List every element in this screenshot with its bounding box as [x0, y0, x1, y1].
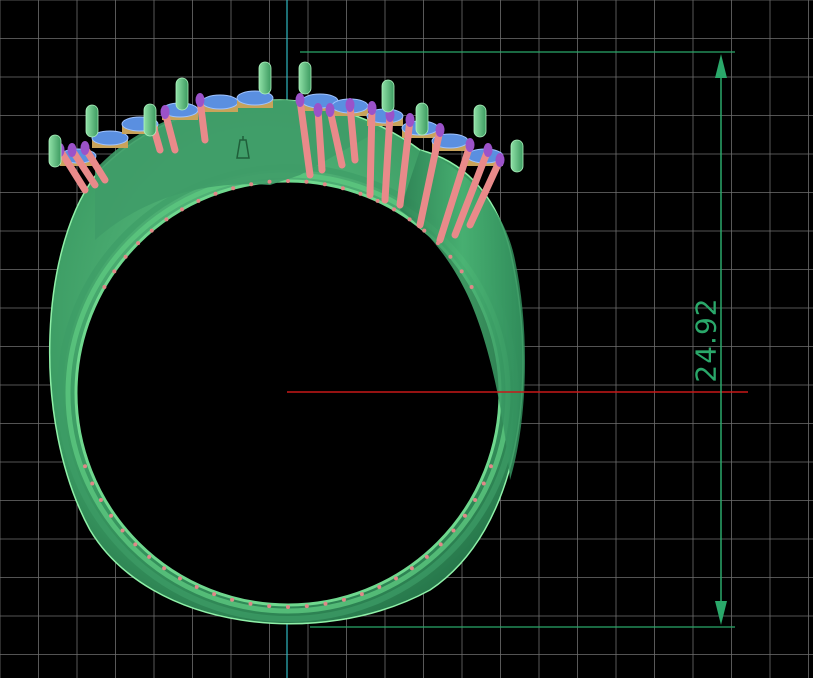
prong-tip — [325, 103, 335, 117]
bead — [375, 198, 380, 203]
bead — [407, 217, 412, 222]
bead — [83, 464, 88, 469]
bead — [448, 254, 453, 259]
bead — [322, 182, 327, 187]
bead — [164, 217, 169, 222]
prong — [314, 106, 326, 174]
dimension-value[interactable]: 24.92 — [690, 297, 723, 382]
bead — [488, 464, 493, 469]
prong-tip — [405, 113, 415, 127]
bead — [304, 604, 309, 609]
prong-tip — [313, 103, 323, 117]
bead — [481, 481, 486, 486]
prong-tip — [465, 138, 475, 152]
prong-post — [415, 102, 429, 136]
prong-tip — [483, 143, 493, 157]
bead — [422, 228, 427, 233]
bead — [424, 554, 429, 559]
bead — [377, 584, 382, 589]
bead — [462, 513, 467, 518]
bead — [392, 207, 396, 212]
bead — [267, 604, 272, 609]
gemstone[interactable] — [201, 94, 239, 110]
bead — [249, 182, 254, 187]
cad-viewport[interactable]: 24.92 — [0, 0, 813, 678]
bead — [196, 198, 201, 203]
ring-model[interactable] — [48, 61, 526, 625]
bead — [304, 179, 309, 184]
prong-tip — [367, 101, 377, 115]
bead — [136, 241, 141, 246]
bead — [120, 528, 125, 533]
prong-post — [175, 77, 189, 111]
prong-tip — [160, 105, 170, 119]
prong-post — [473, 104, 487, 138]
bead — [162, 566, 167, 571]
bead — [98, 498, 103, 502]
bead — [180, 207, 184, 212]
bead — [286, 179, 290, 183]
prong-tip — [67, 143, 77, 157]
bead — [267, 179, 272, 184]
bead — [358, 191, 363, 196]
bead — [149, 228, 154, 233]
bead — [340, 186, 345, 191]
bead — [359, 592, 364, 597]
prong-tip — [80, 141, 90, 155]
bead — [469, 285, 474, 289]
bead — [112, 269, 117, 274]
bead — [451, 528, 456, 533]
bead — [438, 542, 443, 547]
bead — [230, 597, 235, 602]
bead — [409, 566, 414, 571]
prong — [381, 111, 394, 204]
bead — [212, 592, 217, 597]
prong-post — [85, 104, 99, 138]
prong-post — [258, 61, 272, 95]
bead — [109, 513, 114, 518]
prong-post — [48, 134, 62, 168]
bead — [213, 191, 218, 196]
bead — [102, 285, 107, 289]
bead — [341, 597, 346, 602]
prong-post — [298, 61, 312, 95]
prong — [366, 104, 376, 199]
prong-tip — [195, 93, 205, 107]
dimension-arrow-down-icon — [715, 601, 727, 625]
prong-tip — [345, 98, 355, 112]
bead — [147, 554, 152, 559]
bead — [248, 601, 253, 606]
bead — [123, 254, 128, 259]
bead — [459, 269, 464, 274]
bead — [194, 584, 199, 589]
bead — [435, 241, 440, 246]
prong-post — [381, 79, 395, 113]
bead — [394, 576, 398, 581]
prong-tip — [295, 93, 305, 107]
prong-post — [143, 103, 157, 137]
prong — [346, 101, 359, 164]
prong-tip — [495, 153, 505, 167]
bead — [231, 186, 236, 191]
bead — [286, 605, 290, 609]
bead — [323, 601, 328, 606]
dimension-arrow-up-icon — [715, 54, 727, 78]
bead — [473, 498, 478, 502]
prong-tip — [435, 123, 445, 137]
prong-post — [510, 139, 524, 173]
bead — [90, 481, 95, 486]
bead — [178, 576, 182, 581]
bead — [133, 542, 138, 547]
